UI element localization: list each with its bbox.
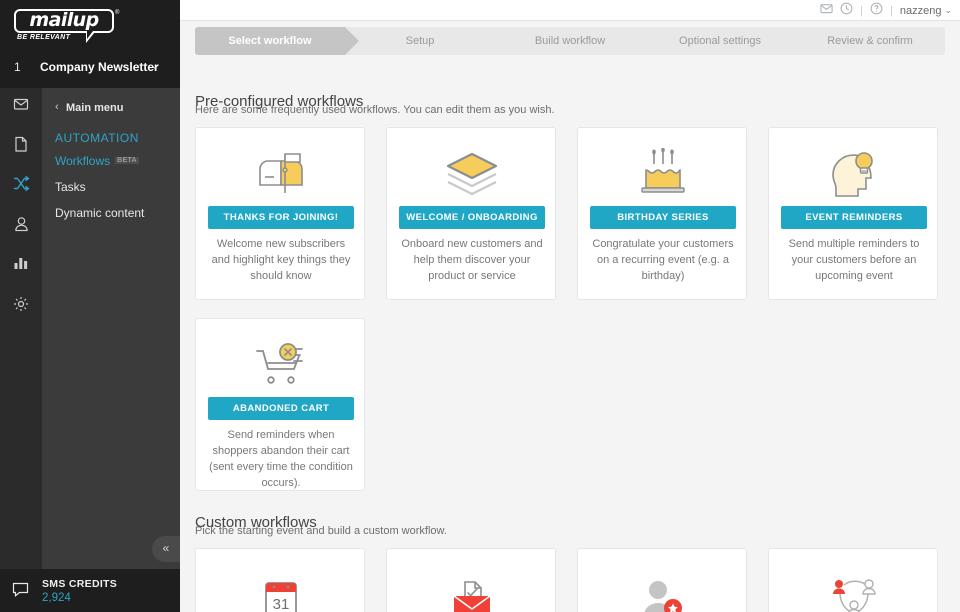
sidebar-item-label: Tasks (55, 180, 86, 194)
separator: | (890, 5, 893, 17)
step-arrow (495, 27, 509, 55)
step-setup[interactable]: Setup (345, 27, 495, 55)
workflow-description: Send multiple reminders to your customer… (780, 236, 928, 284)
step-optional-settings[interactable]: Optional settings (645, 27, 795, 55)
top-bar-right-group: | | nazzeng ⌄ (820, 0, 952, 21)
rail-envelope-icon[interactable] (0, 88, 42, 121)
back-chevron-icon: ‹ (55, 101, 59, 113)
custom-workflow-card-calendar[interactable]: 31 (195, 548, 365, 612)
workflow-button-abandoned-cart[interactable]: ABANDONED CART (208, 397, 354, 420)
custom-workflow-card-contacts-network[interactable] (768, 548, 938, 612)
preconfigured-subtitle: Here are some frequently used workflows.… (195, 104, 555, 116)
custom-workflows-subtitle: Pick the starting event and build a cust… (195, 525, 447, 537)
workflow-card-event-reminders[interactable]: EVENT REMINDERS Send multiple reminders … (768, 127, 938, 300)
help-icon[interactable] (870, 2, 883, 20)
main-menu-link[interactable]: Main menu (66, 102, 123, 114)
contacts-network-icon (769, 569, 939, 612)
logo-wordmark: mailup (14, 9, 114, 33)
svg-text:31: 31 (273, 596, 290, 612)
beta-badge: BETA (115, 157, 139, 164)
username-label[interactable]: nazzeng (900, 5, 942, 17)
email-opened-icon (387, 569, 557, 612)
logo-tagline: BE RELEVANT (17, 34, 70, 41)
menu-panel: ‹ Main menu AUTOMATION Workflows BETA Tas… (42, 88, 180, 569)
chevron-down-icon[interactable]: ⌄ (944, 5, 952, 16)
workflow-description: Congratulate your customers on a recurri… (589, 236, 737, 284)
workflow-stepper: Select workflow Setup Build workflow Opt… (195, 27, 945, 55)
sidebar-item-workflows[interactable]: Workflows BETA (55, 154, 139, 168)
step-arrow (645, 27, 659, 55)
workflow-card-thanks-for-joining[interactable]: THANKS FOR JOINING! Welcome new subscrib… (195, 127, 365, 300)
mailup-logo[interactable]: mailup ® BE RELEVANT (14, 9, 120, 43)
logo-registered-mark: ® (115, 10, 119, 16)
separator: | (860, 5, 863, 17)
sidebar-item-label: Dynamic content (55, 206, 144, 220)
left-sidebar: mailup ® BE RELEVANT 1 Company Newslette… (0, 0, 180, 612)
workflow-card-birthday-series[interactable]: BIRTHDAY SERIES Congratulate your custom… (577, 127, 747, 300)
rail-contacts-icon[interactable] (0, 208, 42, 241)
rail-document-icon[interactable] (0, 128, 42, 161)
rail-shuffle-icon[interactable] (0, 168, 42, 201)
account-number: 1 (14, 60, 21, 74)
workflow-description: Send reminders when shoppers abandon the… (207, 427, 355, 491)
account-name: Company Newsletter (40, 60, 159, 74)
collapse-sidebar-button[interactable]: « (152, 536, 180, 562)
workflow-button-event-reminders[interactable]: EVENT REMINDERS (781, 206, 927, 229)
step-review-confirm[interactable]: Review & confirm (795, 27, 945, 55)
main-content: Pre-configured workflows Here are some f… (180, 65, 960, 612)
step-build-workflow[interactable]: Build workflow (495, 27, 645, 55)
idea-head-icon (769, 144, 939, 202)
account-selector[interactable]: 1 Company Newsletter ⌄ (0, 48, 180, 88)
workflow-button-welcome-onboarding[interactable]: WELCOME / ONBOARDING (399, 206, 545, 229)
layers-icon (387, 144, 557, 202)
mail-icon[interactable] (820, 2, 833, 20)
workflow-description: Onboard new customers and help them disc… (398, 236, 546, 284)
step-label: Setup (406, 35, 435, 47)
step-arrow (795, 27, 809, 55)
birthday-cake-icon (578, 144, 748, 202)
stepper-zone: Select workflow Setup Build workflow Opt… (180, 21, 960, 65)
sidebar-item-dynamic-content[interactable]: Dynamic content (55, 206, 144, 220)
step-label: Optional settings (679, 35, 761, 47)
mailbox-icon (196, 144, 366, 202)
logo-area: mailup ® BE RELEVANT (0, 0, 180, 48)
rail-statistics-icon[interactable] (0, 248, 42, 281)
workflow-card-abandoned-cart[interactable]: ABANDONED CART Send reminders when shopp… (195, 318, 365, 491)
abandoned-cart-icon (196, 335, 366, 393)
custom-workflow-card-email-opened[interactable] (386, 548, 556, 612)
section-label-automation: AUTOMATION (55, 131, 139, 145)
sms-chat-icon (12, 582, 29, 602)
sidebar-item-label: Workflows (55, 154, 110, 168)
sms-credits-value: 2,924 (42, 592, 71, 604)
rail-settings-icon[interactable] (0, 288, 42, 321)
step-select-workflow[interactable]: Select workflow (195, 27, 345, 55)
workflow-card-welcome-onboarding[interactable]: WELCOME / ONBOARDING Onboard new custome… (386, 127, 556, 300)
sms-credits-label: SMS CREDITS (42, 578, 117, 590)
workflow-button-thanks-for-joining[interactable]: THANKS FOR JOINING! (208, 206, 354, 229)
chevron-down-icon: ⌄ (150, 58, 160, 72)
custom-workflow-card-contact-star[interactable] (577, 548, 747, 612)
step-arrow (345, 27, 359, 55)
calendar-31-icon: 31 (196, 569, 366, 612)
workflow-description: Welcome new subscribers and highlight ke… (207, 236, 355, 284)
top-bar: | | nazzeng ⌄ (180, 0, 960, 21)
icon-rail (0, 88, 42, 569)
contact-star-icon (578, 569, 748, 612)
step-label: Select workflow (228, 35, 311, 47)
step-label: Build workflow (535, 35, 605, 47)
sms-credits-panel[interactable]: SMS CREDITS 2,924 (0, 569, 180, 612)
clock-icon[interactable] (840, 2, 853, 20)
sidebar-item-tasks[interactable]: Tasks (55, 180, 86, 194)
workflow-button-birthday-series[interactable]: BIRTHDAY SERIES (590, 206, 736, 229)
step-label: Review & confirm (827, 35, 913, 47)
